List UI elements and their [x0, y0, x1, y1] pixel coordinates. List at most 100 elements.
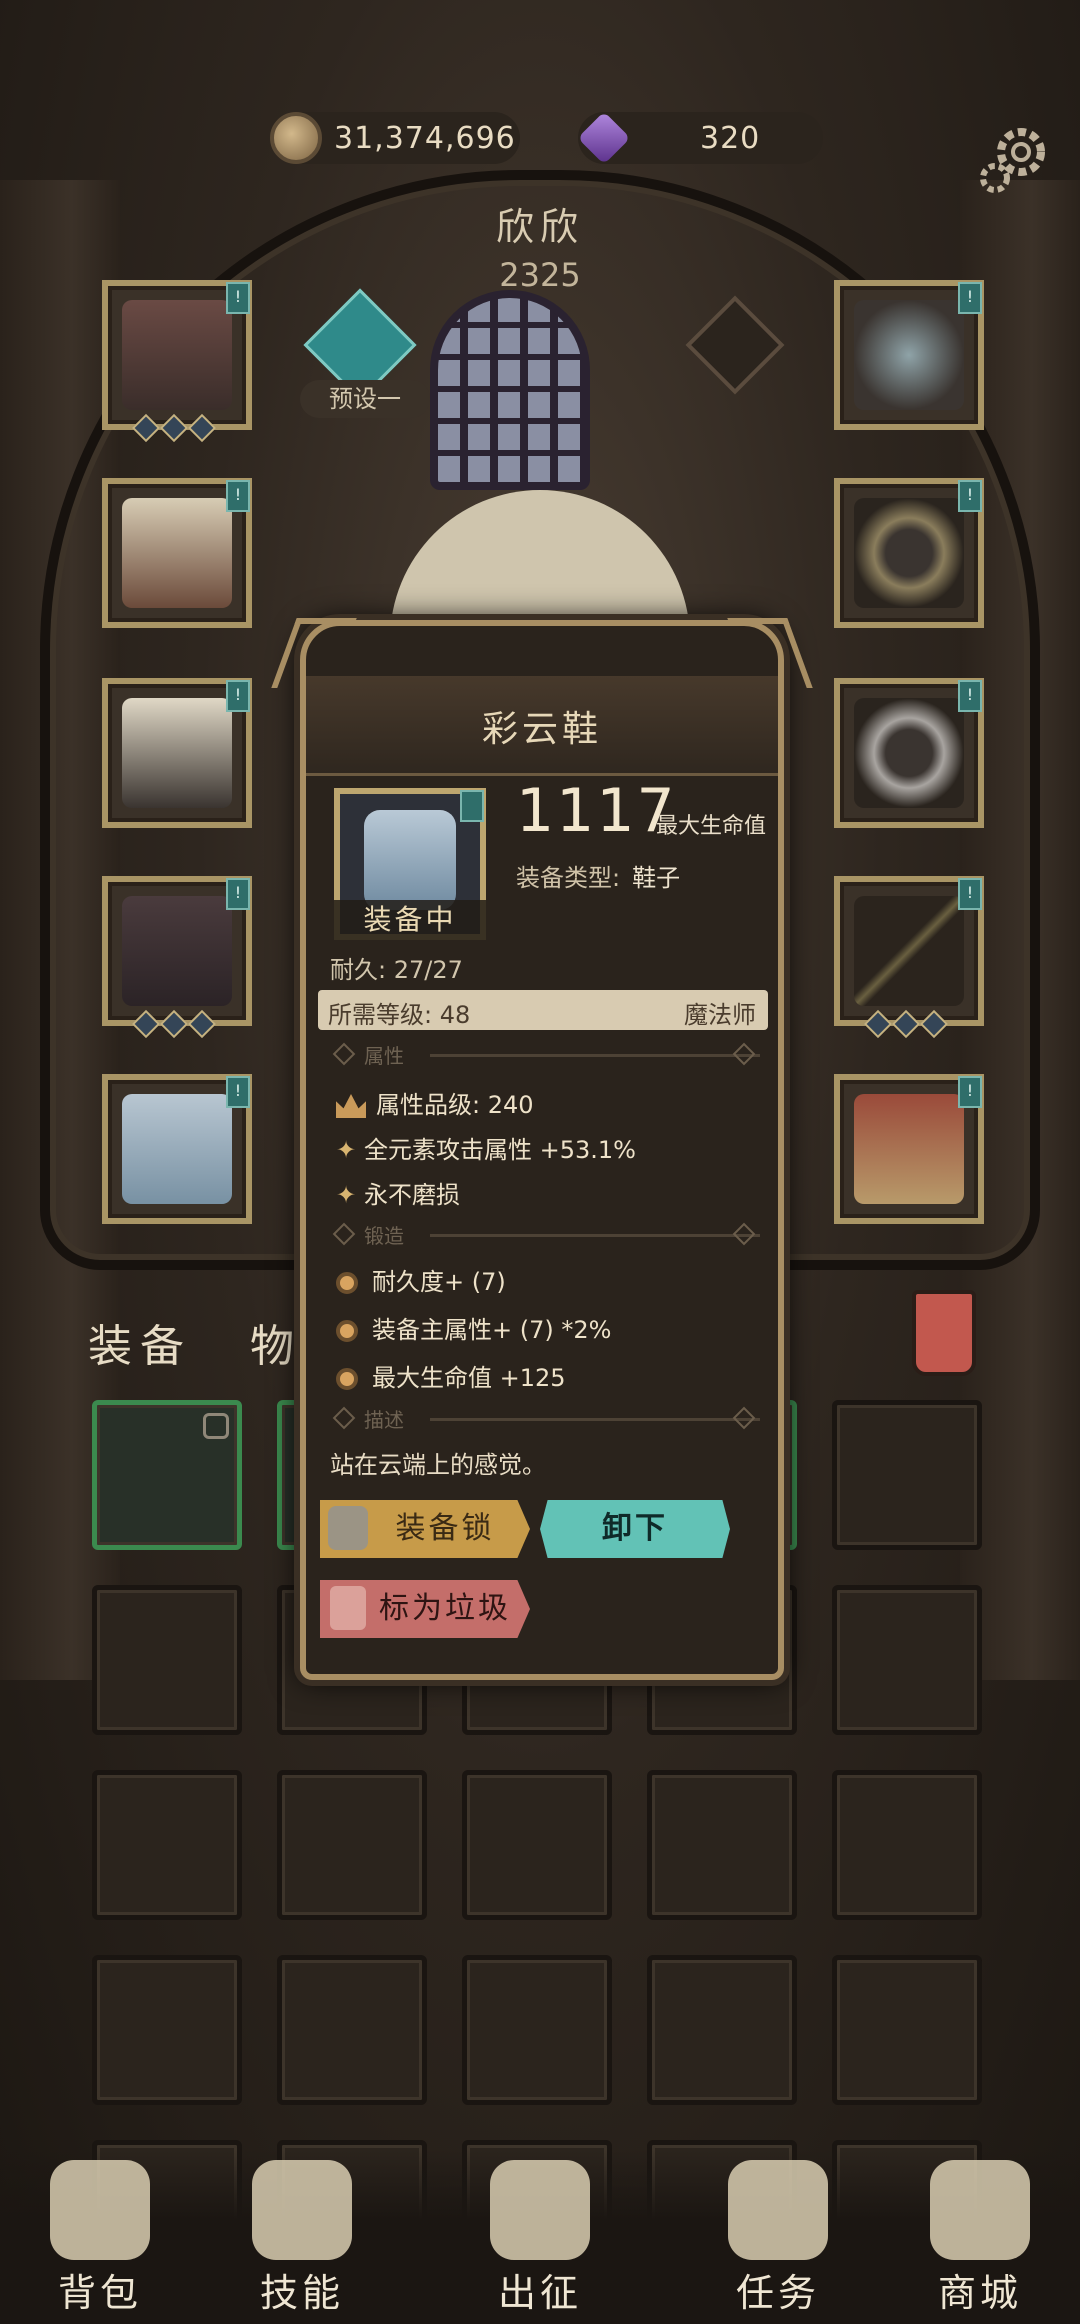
- forge-line: 最大生命值 +125: [336, 1358, 566, 1393]
- equip-slot-weapon[interactable]: !: [834, 876, 984, 1039]
- item-name: 彩云鞋: [481, 709, 602, 750]
- inventory-slot[interactable]: [92, 1400, 242, 1550]
- nav-label: 商城: [937, 2271, 1022, 2315]
- staff-item-icon: [854, 896, 964, 1006]
- nav-backpack[interactable]: 背包: [0, 2150, 200, 2324]
- upgrade-mark-icon: !: [226, 878, 250, 910]
- inventory-slot[interactable]: [277, 1955, 427, 2105]
- nav-quests[interactable]: 任务: [678, 2150, 878, 2324]
- inventory-slot[interactable]: [92, 1770, 242, 1920]
- tab-equipment[interactable]: 装备: [88, 1310, 192, 1374]
- nav-label: 出征: [497, 2271, 582, 2315]
- attribute-text: 永不磨损: [364, 1181, 460, 1209]
- upgrade-mark-icon: !: [226, 282, 250, 314]
- mark-as-junk-button[interactable]: 标为垃圾: [320, 1580, 530, 1638]
- main-stat-value: 1117: [516, 776, 677, 846]
- upgrade-mark-icon: !: [226, 480, 250, 512]
- forge-line: 耐久度+ (7): [336, 1262, 506, 1297]
- cage-helmet: [430, 290, 590, 490]
- durability-text: 耐久: 27/27: [330, 956, 463, 984]
- nav-skills[interactable]: 技能: [202, 2150, 402, 2324]
- trash-bin-icon[interactable]: [912, 1290, 976, 1376]
- nav-label: 任务: [735, 2271, 820, 2315]
- nav-label: 背包: [57, 2271, 142, 2315]
- upgrade-mark-icon: !: [958, 680, 982, 712]
- forge-text: 装备主属性+ (7) *2%: [372, 1316, 612, 1344]
- equipment-type: 装备类型: 鞋子: [516, 858, 680, 893]
- equipped-badge: 装备中: [334, 900, 486, 940]
- socket-row: [863, 1009, 949, 1039]
- equipment-type-value: 鞋子: [632, 864, 681, 892]
- divider: [430, 1418, 760, 1421]
- unequip-button[interactable]: 卸下: [540, 1500, 730, 1558]
- inventory-slot[interactable]: [832, 1955, 982, 2105]
- inventory-slot[interactable]: [647, 1955, 797, 2105]
- socket-row: [131, 1009, 217, 1039]
- inventory-slot[interactable]: [832, 1585, 982, 1735]
- gold-amount: 31,374,696: [334, 120, 516, 156]
- amulet-item-icon: [854, 300, 964, 410]
- inventory-slot[interactable]: [92, 1585, 242, 1735]
- diamond-icon: [332, 1042, 356, 1066]
- item-description: 站在云端上的感觉。: [330, 1451, 546, 1479]
- equip-slot-ring-1[interactable]: !: [834, 478, 984, 628]
- equip-slot-boots[interactable]: !: [102, 1074, 252, 1224]
- silver-ring-icon: [854, 698, 964, 808]
- gold-counter[interactable]: 31,374,696: [270, 112, 520, 164]
- divider: [430, 1054, 760, 1057]
- skill-book-icon: [252, 2160, 352, 2260]
- equip-slot-ring-2[interactable]: !: [834, 678, 984, 828]
- section-title: 描述: [364, 1408, 404, 1432]
- equip-slot-helmet[interactable]: !: [102, 280, 252, 443]
- boots-item-icon: [364, 810, 456, 910]
- padlock-icon: [328, 1506, 368, 1550]
- section-attributes-header: 属性: [330, 1040, 760, 1070]
- forge-dot-icon: [336, 1272, 358, 1294]
- required-level: 所需等级: 48: [328, 1001, 471, 1029]
- pants-item-icon: [122, 896, 232, 1006]
- diamond-icon: [332, 1222, 356, 1246]
- equip-slot-gloves[interactable]: !: [102, 678, 252, 828]
- inventory-slot[interactable]: [832, 1400, 982, 1550]
- inventory-slot[interactable]: [92, 1955, 242, 2105]
- diamond-icon: [332, 1406, 356, 1430]
- snake-ring-icon: [854, 498, 964, 608]
- inventory-slot[interactable]: [832, 1770, 982, 1920]
- attribute-line: ✦ 永不磨损: [336, 1175, 460, 1210]
- equip-slot-amulet[interactable]: !: [834, 280, 984, 430]
- upgrade-mark-icon: !: [226, 1076, 250, 1108]
- inventory-slot[interactable]: [462, 1770, 612, 1920]
- quest-scroll-icon: [728, 2160, 828, 2260]
- main-stat-name: 最大生命值: [656, 814, 767, 839]
- spellbook-item-icon: [854, 1094, 964, 1204]
- gold-coin-icon: [270, 112, 322, 164]
- nav-expedition[interactable]: 出征: [440, 2150, 640, 2324]
- settings-gear-icon[interactable]: [975, 120, 1055, 200]
- gloves-item-icon: [122, 698, 232, 808]
- inventory-slot[interactable]: [277, 1770, 427, 1920]
- attribute-grade: 属性品级: 240: [336, 1085, 534, 1120]
- upgrade-mark-icon: !: [226, 680, 250, 712]
- star-bullet-icon: ✦: [336, 1136, 357, 1164]
- upgrade-mark-icon: !: [958, 1076, 982, 1108]
- upgrade-mark-icon: !: [958, 282, 982, 314]
- equipment-lock-button[interactable]: 装备锁: [320, 1500, 530, 1558]
- backpack-icon: [50, 2160, 150, 2260]
- sword-map-icon: [490, 2160, 590, 2260]
- upgrade-mark-icon: [460, 790, 484, 822]
- equip-slot-armor[interactable]: !: [102, 478, 252, 628]
- inventory-slot[interactable]: [462, 1955, 612, 2105]
- attribute-text: 属性品级: 240: [376, 1091, 534, 1119]
- nav-shop[interactable]: 商城: [880, 2150, 1080, 2324]
- equip-slot-offhand[interactable]: !: [834, 1074, 984, 1224]
- upgrade-mark-icon: !: [958, 878, 982, 910]
- section-title: 锻造: [364, 1224, 404, 1248]
- requirement-bar: 所需等级: 48 魔法师: [318, 990, 768, 1030]
- section-description-header: 描述: [330, 1404, 760, 1434]
- inventory-slot[interactable]: [647, 1770, 797, 1920]
- star-bullet-icon: ✦: [336, 1181, 357, 1209]
- character-name: 欣欣: [495, 205, 584, 249]
- equip-slot-pants[interactable]: !: [102, 876, 252, 1039]
- bottom-navigation: 背包 技能 出征 任务 商城: [0, 2150, 1080, 2324]
- gem-counter[interactable]: 320: [577, 111, 823, 165]
